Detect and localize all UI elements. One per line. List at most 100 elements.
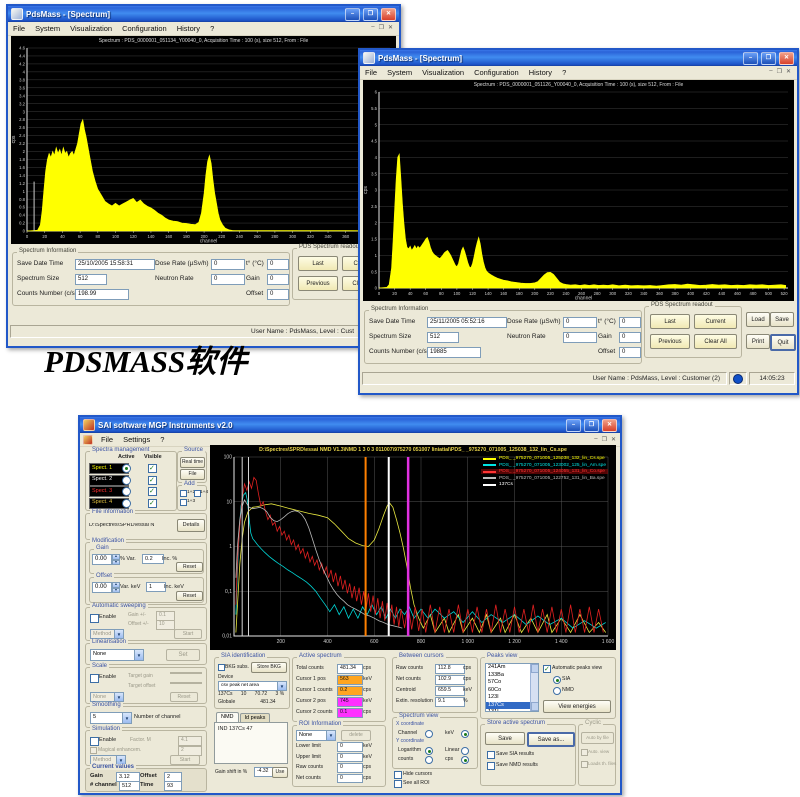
net-counts-value[interactable]: 102.9 — [435, 675, 465, 685]
maximize-button[interactable]: ❐ — [584, 419, 599, 432]
counts-radio[interactable] — [425, 756, 433, 764]
sweeping-enable-checkbox[interactable] — [90, 614, 99, 623]
spectrum-chart-a[interactable]: Spectrum : PDS_0000001_051134_Y00040_0, … — [11, 36, 396, 244]
menu-item-history[interactable]: History — [524, 68, 557, 77]
menu-item-visualization[interactable]: Visualization — [65, 24, 117, 33]
menu-item-visualization[interactable]: Visualization — [417, 68, 469, 77]
extin-resolution-value[interactable]: 9.1 — [435, 697, 465, 707]
save-date-field[interactable]: 25/10/2005 15:58:31 — [75, 259, 155, 270]
save-date-field[interactable]: 25/11/2005 05:52:16 — [427, 317, 507, 328]
offset-inc-field[interactable]: 1 — [146, 582, 166, 592]
use-button[interactable]: Use — [272, 767, 288, 778]
gain-spinner[interactable]: 0.00 ▲▼ — [92, 554, 120, 565]
details-button[interactable]: Details — [177, 519, 205, 532]
menu-item-file[interactable]: File — [8, 24, 30, 33]
isotope-list[interactable]: 241Am133Ba57Co60Co123I137Cs131I192Ir22Na… — [485, 663, 539, 712]
spectrum-4-visible-checkbox[interactable] — [148, 499, 157, 508]
menu-item-configuration[interactable]: Configuration — [117, 24, 172, 33]
legend-entry-0[interactable]: PDS_ _975270_071005_125038_132_lin_Cs.sp… — [481, 456, 608, 461]
bkg-subs-checkbox[interactable] — [218, 664, 225, 671]
automatic-peaks-checkbox[interactable] — [543, 665, 551, 673]
save-sia-results-checkbox[interactable] — [487, 751, 495, 759]
print-button[interactable]: Print — [746, 334, 770, 349]
scale-enable-checkbox[interactable] — [90, 674, 99, 683]
current-button[interactable]: Current — [694, 314, 737, 329]
last-button[interactable]: Last — [650, 314, 690, 329]
save-nmd-results-checkbox[interactable] — [487, 762, 495, 770]
mdi-controls[interactable]: –❐✕ — [594, 436, 620, 443]
add-1plus3-checkbox[interactable] — [180, 499, 187, 506]
menu-item-[interactable]: ? — [557, 68, 571, 77]
raw-counts-value[interactable]: 112.8 — [435, 664, 465, 674]
menu-item-system[interactable]: System — [30, 24, 65, 33]
gain-field[interactable]: 0 — [619, 332, 641, 343]
centroid-value[interactable]: 659.5 — [435, 686, 465, 696]
linear-radio[interactable] — [461, 747, 469, 755]
counts-field[interactable]: 198.99 — [75, 289, 129, 300]
smoothing-dropdown[interactable]: 5▼ — [90, 712, 132, 724]
temp-field[interactable]: 0 — [619, 317, 641, 328]
maximize-button[interactable]: ❐ — [761, 52, 776, 65]
tab-id-peaks[interactable]: Id peaks — [240, 713, 271, 722]
load-button[interactable]: Load — [746, 312, 770, 327]
spectrum-2-active-radio[interactable] — [122, 476, 131, 485]
previous-button[interactable]: Previous — [650, 334, 690, 349]
titlebar[interactable]: PdsMass - [Spectrum] – ❐ ✕ — [360, 50, 797, 66]
raw-counts-value[interactable]: 0 — [337, 763, 363, 773]
maximize-button[interactable]: ❐ — [363, 8, 378, 21]
device-dropdown[interactable]: csv peak net area▼ — [218, 681, 287, 691]
quit-button[interactable]: Quit — [770, 334, 796, 351]
offset-field[interactable]: 0 — [619, 347, 641, 358]
simulation-enable-checkbox[interactable] — [90, 737, 99, 746]
menu-item-configuration[interactable]: Configuration — [469, 68, 524, 77]
gain-field[interactable]: 0 — [267, 274, 289, 285]
nmd-radio[interactable] — [553, 687, 561, 695]
total-counts-value[interactable]: 481.34 — [337, 664, 363, 674]
mdi-controls[interactable]: –❐✕ — [769, 68, 795, 75]
neutron-field[interactable]: 0 — [563, 332, 597, 343]
spectrum-chart-b[interactable]: Spectrum : PDS_0000001_051126_Y00040_0, … — [363, 80, 794, 301]
menu-item-settings[interactable]: Settings — [118, 435, 155, 444]
logarithm-radio[interactable] — [425, 747, 433, 755]
gain-inc-field[interactable]: 0.2 — [142, 554, 164, 564]
offset-reset-button[interactable]: Reset — [176, 591, 203, 601]
menu-item-[interactable]: ? — [155, 435, 169, 444]
spectrum-1-active-radio[interactable] — [122, 464, 131, 473]
gain-shift-field[interactable]: -4.32 — [254, 767, 274, 777]
real-time-button[interactable]: Real time — [180, 457, 205, 468]
spectrum-4-active-radio[interactable] — [122, 499, 131, 508]
temp-field[interactable]: 0 — [267, 259, 289, 270]
spectrum-2-visible-checkbox[interactable] — [148, 476, 157, 485]
close-button[interactable]: ✕ — [602, 419, 617, 432]
last-button[interactable]: Last — [298, 256, 338, 271]
add-1plus2-checkbox[interactable] — [180, 490, 187, 497]
kev-radio[interactable] — [461, 730, 469, 738]
sia-radio[interactable] — [553, 676, 561, 684]
view-energies-button[interactable]: View energies — [543, 700, 611, 713]
gain-reset-button[interactable]: Reset — [176, 562, 203, 572]
size-field[interactable]: 512 — [427, 332, 459, 343]
cursor-1-counts-value[interactable]: 0.2 — [337, 686, 363, 696]
hide-cursors-checkbox[interactable] — [394, 771, 402, 779]
titlebar[interactable]: PdsMass - [Spectrum] – ❐ ✕ — [8, 6, 399, 22]
roi-dropdown[interactable]: None▼ — [296, 730, 336, 741]
save-as-button[interactable]: Save as... — [527, 732, 575, 747]
menu-item-file[interactable]: File — [96, 435, 118, 444]
legend-entry-1[interactable]: PDS_ _975270_071005_123002_125_lin_Am.sp… — [481, 463, 608, 468]
cps-radio[interactable] — [461, 756, 469, 764]
net-counts-value[interactable]: 0 — [337, 774, 363, 784]
upper-limit-value[interactable]: 0 — [337, 753, 363, 763]
titlebar[interactable]: SAI software MGP Instruments v2.0 – ❐ ✕ — [80, 417, 620, 433]
previous-button[interactable]: Previous — [298, 276, 338, 291]
cursor-2-counts-value[interactable]: 0.1 — [337, 708, 363, 718]
close-button[interactable]: ✕ — [381, 8, 396, 21]
spectrum-3-visible-checkbox[interactable] — [148, 487, 157, 496]
minimize-button[interactable]: – — [345, 8, 360, 21]
cursor-2-pos-value[interactable]: 745 — [337, 697, 363, 707]
legend-entry-4[interactable]: 137Cs — [481, 482, 608, 487]
spectrum-1-visible-checkbox[interactable] — [148, 464, 157, 473]
mdi-controls[interactable]: –❐✕ — [371, 24, 397, 31]
menu-item-[interactable]: ? — [205, 24, 219, 33]
menu-item-history[interactable]: History — [172, 24, 205, 33]
counts-field[interactable]: 19885 — [427, 347, 481, 358]
